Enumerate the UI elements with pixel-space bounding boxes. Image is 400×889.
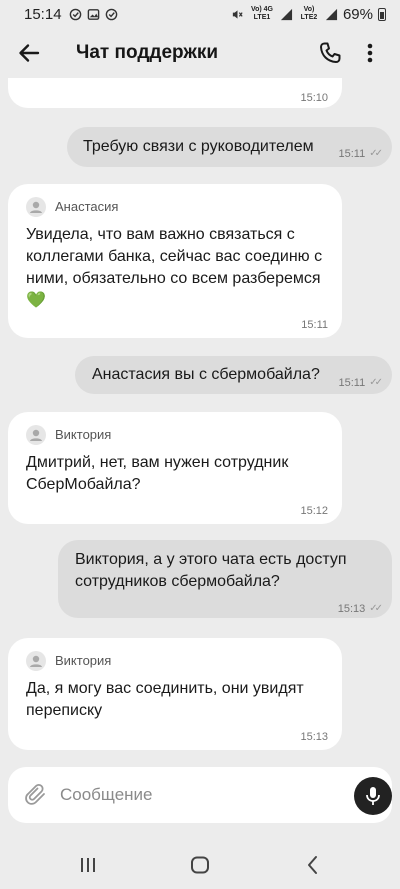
message-composer <box>8 767 392 823</box>
sender-name: Виктория <box>55 427 112 442</box>
message-time-label: 15:11 <box>338 377 366 389</box>
message-time: 15:12 <box>300 505 328 517</box>
recent-apps-icon[interactable] <box>77 854 99 876</box>
message-time-label: 15:13 <box>337 603 366 615</box>
user-icon <box>30 429 42 441</box>
signal-icon <box>280 8 293 20</box>
message-outgoing: Анастасия вы с сбермобайла? 15:11 ✓✓ <box>75 356 392 394</box>
message-time: 15:13 <box>300 731 328 743</box>
sender-name: Виктория <box>55 653 112 668</box>
message-sender: Виктория <box>26 424 111 446</box>
microphone-icon <box>366 787 380 805</box>
user-icon <box>30 655 42 667</box>
read-ticks-icon: ✓✓ <box>369 377 383 388</box>
mute-icon <box>232 9 243 19</box>
status-time: 15:14 <box>24 5 62 23</box>
battery-icon <box>378 7 386 21</box>
message-text: Увидела, что вам важно связаться с колле… <box>26 226 323 309</box>
message-time: 15:11 ✓✓ <box>338 372 383 394</box>
message-incoming: Анастасия Увидела, что вам важно связать… <box>8 184 342 338</box>
sender-name: Анастасия <box>55 199 119 214</box>
avatar <box>26 651 46 671</box>
message-text: Дмитрий, нет, вам нужен сотрудник СберМо… <box>26 454 289 493</box>
chat-header: Чат поддержки <box>0 28 400 78</box>
home-icon[interactable] <box>189 854 211 876</box>
status-left: 15:14 <box>24 6 118 23</box>
network-1-label: Vo) 4G LTE1 <box>250 6 273 21</box>
message-incoming: 15:10 <box>8 78 342 108</box>
paperclip-icon[interactable] <box>24 783 48 807</box>
message-time: 15:11 ✓✓ <box>338 143 383 165</box>
read-ticks-icon: ✓✓ <box>369 148 383 159</box>
read-ticks-icon: ✓✓ <box>369 603 383 614</box>
message-text: Требую связи с руководителем <box>83 138 314 155</box>
message-sender: Виктория <box>26 650 111 672</box>
status-right: Vo) 4G LTE1 Vo) LTE2 69% <box>231 6 386 23</box>
network-2-label: Vo) LTE2 <box>300 6 318 21</box>
message-text: Анастасия вы с сбермобайла? <box>92 366 320 383</box>
message-incoming: Виктория Да, я могу вас соединить, они у… <box>8 638 342 750</box>
message-time-label: 15:11 <box>338 148 366 160</box>
message-text: Виктория, а у этого чата есть доступ сот… <box>75 551 347 590</box>
message-incoming: Виктория Дмитрий, нет, вам нужен сотрудн… <box>8 412 342 524</box>
message-outgoing: Требую связи с руководителем 15:11 ✓✓ <box>67 127 392 167</box>
more-vertical-icon[interactable] <box>360 41 380 65</box>
check-circle-icon <box>105 8 117 20</box>
user-icon <box>30 201 42 213</box>
back-arrow-icon[interactable] <box>18 42 40 64</box>
phone-icon[interactable] <box>318 41 342 65</box>
page-title: Чат поддержки <box>76 42 219 63</box>
avatar <box>26 425 46 445</box>
microphone-button[interactable] <box>354 777 392 815</box>
battery-percent: 69% <box>342 5 373 23</box>
system-nav-bar <box>0 840 400 889</box>
message-sender: Анастасия <box>26 196 118 218</box>
avatar <box>26 197 46 217</box>
check-circle-icon <box>69 8 81 20</box>
message-time: 15:11 <box>301 319 328 331</box>
back-nav-icon[interactable] <box>302 854 324 876</box>
chat-messages[interactable]: 15:10 Требую связи с руководителем 15:11… <box>0 78 400 766</box>
image-icon <box>87 8 99 20</box>
message-text: Да, я могу вас соединить, они увидят пер… <box>26 680 304 719</box>
status-bar: 15:14 Vo) 4G LTE1 Vo) LTE2 69% <box>0 0 400 28</box>
message-time: 15:13 ✓✓ <box>337 598 383 620</box>
message-time: 15:10 <box>300 92 328 104</box>
signal-icon <box>325 8 338 20</box>
message-outgoing: Виктория, а у этого чата есть доступ сот… <box>58 540 392 618</box>
message-input[interactable] <box>60 781 330 809</box>
